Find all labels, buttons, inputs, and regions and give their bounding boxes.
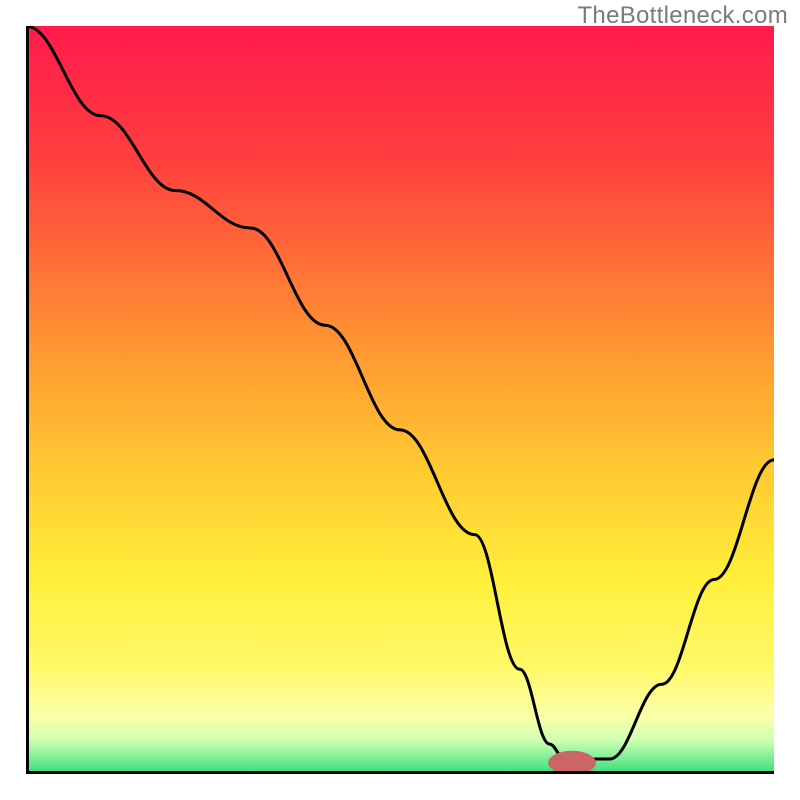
plot-area [26, 26, 774, 774]
chart-svg [26, 26, 774, 774]
gradient-background [26, 26, 774, 774]
watermark-label: TheBottleneck.com [577, 2, 788, 30]
optimal-marker [548, 751, 596, 774]
chart-frame: TheBottleneck.com [0, 0, 800, 800]
